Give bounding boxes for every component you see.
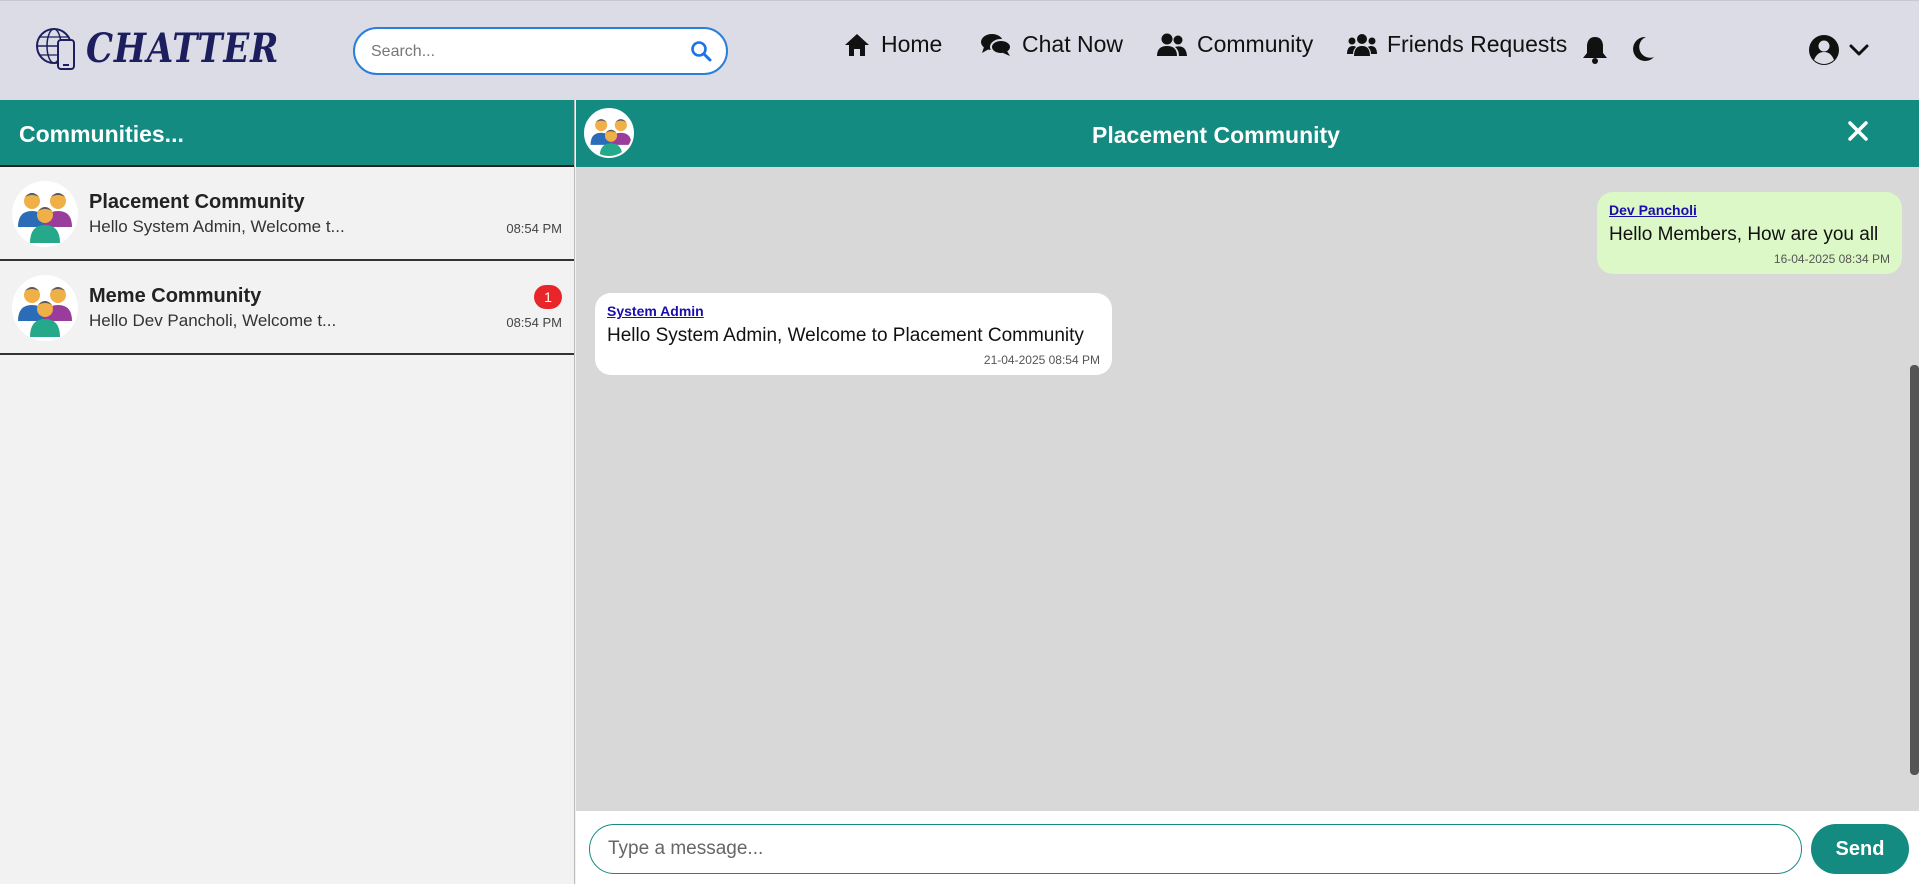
- message-outgoing: Dev Pancholi Hello Members, How are you …: [1597, 192, 1902, 274]
- nav-home-label: Home: [881, 31, 943, 57]
- community-last-message: Hello System Admin, Welcome t...: [89, 217, 345, 236]
- nav-community[interactable]: Community: [1157, 31, 1313, 58]
- community-time: 08:54 PM: [506, 315, 562, 330]
- chat-scrollbar-thumb[interactable]: [1910, 365, 1919, 775]
- chat-header: Placement Community: [576, 100, 1919, 167]
- chat-panel: Placement Community Dev Pancholi Hello M…: [576, 100, 1919, 884]
- nav-friends-requests[interactable]: Friends Requests: [1347, 31, 1567, 58]
- profile-menu[interactable]: [1808, 34, 1870, 66]
- chevron-down-icon: [1849, 44, 1869, 56]
- community-name: Placement Community: [89, 191, 305, 213]
- message-sender-link[interactable]: Dev Pancholi: [1609, 202, 1890, 218]
- friends-icon: [1347, 33, 1377, 56]
- message-text: Hello System Admin, Welcome to Placement…: [607, 325, 1084, 346]
- nav-home[interactable]: Home: [843, 31, 942, 58]
- community-time: 08:54 PM: [506, 221, 562, 236]
- community-item-meme[interactable]: Meme Community 1 Hello Dev Pancholi, Wel…: [0, 261, 574, 355]
- community-name: Meme Community: [89, 285, 262, 307]
- message-incoming: System Admin Hello System Admin, Welcome…: [595, 293, 1112, 375]
- app-logo[interactable]: CHATTER: [34, 25, 313, 72]
- logo-globe-phone-icon: [36, 27, 75, 70]
- moon-icon[interactable]: [1630, 35, 1656, 68]
- message-timestamp: 16-04-2025 08:34 PM: [1773, 252, 1890, 266]
- top-navbar: CHATTER Home Chat Now Community Friends …: [0, 0, 1919, 100]
- chat-icon: [981, 33, 1012, 56]
- nav-chat-now-label: Chat Now: [1022, 31, 1123, 57]
- message-sender-link[interactable]: System Admin: [607, 303, 1100, 319]
- message-composer: Send: [576, 811, 1919, 884]
- community-last-message: Hello Dev Pancholi, Welcome t...: [89, 311, 337, 330]
- nav-community-label: Community: [1197, 31, 1314, 57]
- search-icon[interactable]: [690, 40, 712, 67]
- nav-chat-now[interactable]: Chat Now: [980, 31, 1123, 58]
- send-button[interactable]: Send: [1811, 824, 1909, 874]
- unread-badge: 1: [534, 285, 562, 309]
- community-icon: [1157, 33, 1187, 56]
- communities-sidebar: Communities... Placement Community Hello…: [0, 100, 575, 884]
- logo-text: CHATTER: [86, 25, 280, 72]
- close-icon[interactable]: [1847, 120, 1869, 147]
- message-input[interactable]: [589, 824, 1802, 874]
- search-bar: [353, 27, 728, 75]
- community-item-placement[interactable]: Placement Community Hello System Admin, …: [0, 167, 574, 261]
- message-text: Hello Members, How are you all: [1609, 224, 1879, 245]
- user-circle-icon: [1809, 35, 1839, 65]
- nav-friends-requests-label: Friends Requests: [1387, 31, 1568, 57]
- group-avatar-icon: [12, 275, 78, 341]
- chat-title: Placement Community: [1092, 122, 1340, 148]
- search-input[interactable]: [371, 41, 671, 63]
- message-timestamp: 21-04-2025 08:54 PM: [983, 353, 1100, 367]
- bell-icon[interactable]: [1582, 35, 1608, 70]
- sidebar-title: Communities...: [0, 100, 574, 167]
- home-icon: [845, 33, 869, 56]
- group-avatar-icon: [12, 181, 78, 247]
